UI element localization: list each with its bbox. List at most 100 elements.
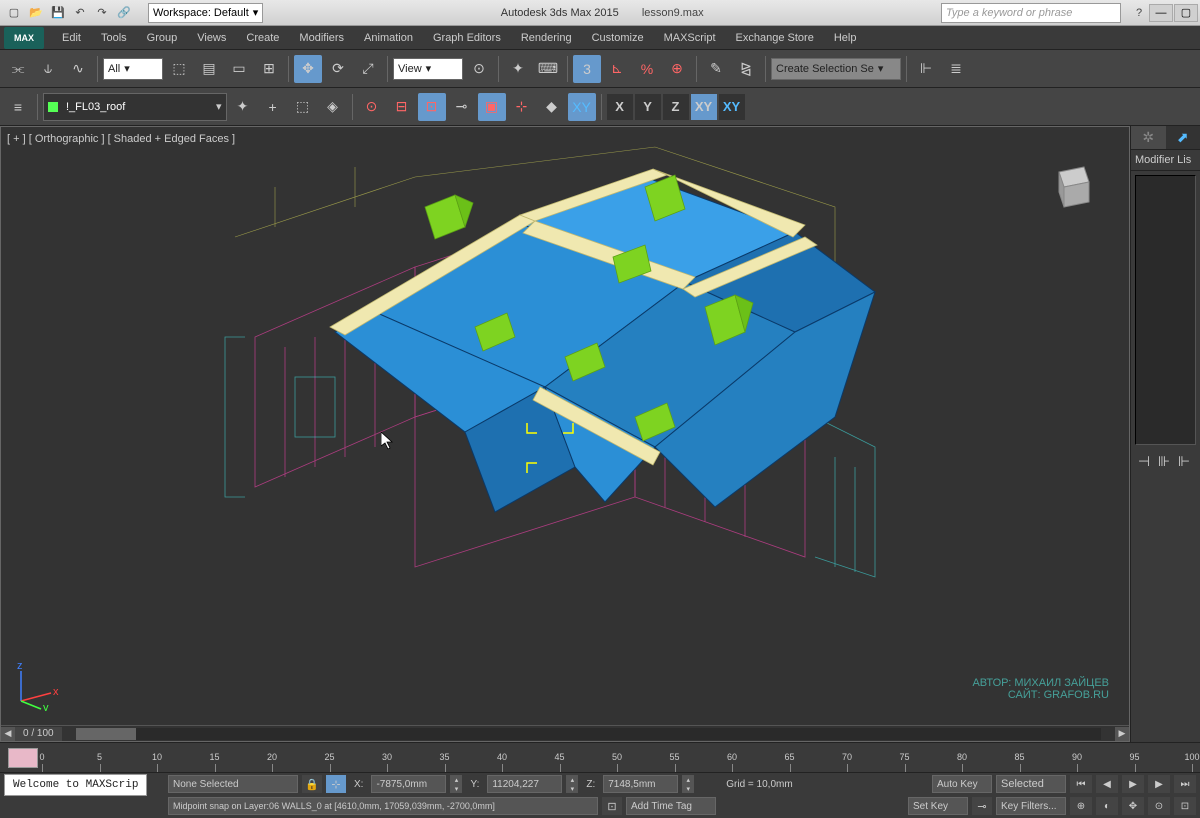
mirror-icon[interactable]: ⧎ [732, 55, 760, 83]
create-tab-icon[interactable]: ✲ [1131, 126, 1166, 149]
open-icon[interactable]: 📂 [26, 3, 46, 23]
x-spinner-up[interactable]: ▴ [450, 775, 462, 784]
time-slider[interactable] [8, 748, 38, 768]
play-icon[interactable]: ▶ [1122, 775, 1144, 793]
absolute-mode-icon[interactable]: ⊹ [326, 775, 346, 793]
snap-endpoint-icon[interactable]: ⊸ [448, 93, 476, 121]
axis-y-button[interactable]: Y [635, 94, 661, 120]
edit-named-selection-icon[interactable]: ✎ [702, 55, 730, 83]
prev-frame-icon[interactable]: ◀ [1096, 775, 1118, 793]
help-icon[interactable]: ? [1129, 3, 1149, 23]
viewcube[interactable] [1039, 157, 1099, 217]
add-to-layer-icon[interactable]: + [259, 93, 287, 121]
snap-midpoint-icon[interactable]: ⊡ [418, 93, 446, 121]
save-icon[interactable]: 💾 [48, 3, 68, 23]
axis-z-button[interactable]: Z [663, 94, 689, 120]
select-object-icon[interactable]: ⬚ [165, 55, 193, 83]
app-logo[interactable]: MAX [4, 27, 44, 49]
z-coord-field[interactable]: 7148,5mm [603, 775, 678, 793]
menu-views[interactable]: Views [187, 26, 236, 49]
layer-manager-icon[interactable]: ≡ [4, 93, 32, 121]
keyboard-shortcut-icon[interactable]: ⌨ [534, 55, 562, 83]
select-by-name-icon[interactable]: ▤ [195, 55, 223, 83]
workspace-dropdown[interactable]: Workspace: Default ▾ [148, 3, 263, 23]
viewport[interactable]: [ + ] [ Orthographic ] [ Shaded + Edged … [0, 126, 1130, 742]
menu-customize[interactable]: Customize [582, 26, 654, 49]
goto-start-icon[interactable]: ⏮ [1070, 775, 1092, 793]
y-spinner-up[interactable]: ▴ [566, 775, 578, 784]
bind-icon[interactable]: ∿ [64, 55, 92, 83]
select-link-icon[interactable]: ⫘ [4, 55, 32, 83]
y-coord-field[interactable]: 11204,227 [487, 775, 562, 793]
named-selection-dropdown[interactable]: Create Selection Se▾ [771, 58, 901, 80]
lock-selection-icon[interactable]: 🔒 [302, 775, 322, 793]
menu-maxscript[interactable]: MAXScript [654, 26, 726, 49]
axis-gizmo[interactable]: z x y [11, 661, 61, 711]
menu-tools[interactable]: Tools [91, 26, 137, 49]
selection-filter-dropdown[interactable]: All▾ [103, 58, 163, 80]
menu-rendering[interactable]: Rendering [511, 26, 582, 49]
select-layer-objects-icon[interactable]: ⬚ [289, 93, 317, 121]
snap-edge-icon[interactable]: ⊟ [388, 93, 416, 121]
house-model[interactable] [155, 137, 975, 677]
z-spinner-down[interactable]: ▾ [682, 784, 694, 793]
scroll-right-button[interactable]: ▶ [1115, 727, 1129, 741]
scrollbar-track[interactable] [76, 728, 1101, 740]
move-icon[interactable]: ✥ [294, 55, 322, 83]
x-spinner-down[interactable]: ▾ [450, 784, 462, 793]
snap-vertex-icon[interactable]: ⊙ [358, 93, 386, 121]
snap-pivot-icon[interactable]: ◆ [538, 93, 566, 121]
y-spinner-down[interactable]: ▾ [566, 784, 578, 793]
menu-group[interactable]: Group [137, 26, 188, 49]
rotate-icon[interactable]: ⟳ [324, 55, 352, 83]
new-icon[interactable]: ▢ [4, 3, 24, 23]
maximize-button[interactable]: ▢ [1174, 4, 1198, 22]
pin-stack-icon[interactable]: ⊣ [1135, 453, 1153, 471]
modifier-stack[interactable] [1135, 175, 1196, 445]
menu-exchange-store[interactable]: Exchange Store [726, 26, 824, 49]
rectangular-selection-icon[interactable]: ▭ [225, 55, 253, 83]
snap-xy-icon[interactable]: XY [568, 93, 596, 121]
modify-tab-icon[interactable]: ⬈ [1166, 126, 1200, 149]
z-spinner-up[interactable]: ▴ [682, 775, 694, 784]
minimize-button[interactable]: — [1149, 4, 1173, 22]
chevron-down-icon[interactable]: ▾ [216, 100, 222, 113]
axis-xy2-button[interactable]: XY [719, 94, 745, 120]
spinner-snap-icon[interactable]: ⊕ [663, 55, 691, 83]
angle-snap-icon[interactable]: ⊾ [603, 55, 631, 83]
window-crossing-icon[interactable]: ⊞ [255, 55, 283, 83]
menu-create[interactable]: Create [236, 26, 289, 49]
show-end-result-icon[interactable]: ⊪ [1155, 453, 1173, 471]
goto-end-icon[interactable]: ⏭ [1174, 775, 1196, 793]
scrollbar-thumb[interactable] [76, 728, 136, 740]
timeline-track[interactable]: 0510152025303540455055606570758085909510… [42, 743, 1192, 772]
align-icon[interactable]: ⊩ [912, 55, 940, 83]
autokey-button[interactable]: Auto Key [932, 775, 992, 793]
viewport-label[interactable]: [ + ] [ Orthographic ] [ Shaded + Edged … [7, 133, 235, 145]
x-coord-field[interactable]: -7875,0mm [371, 775, 446, 793]
unlink-icon[interactable]: ⫝ [34, 55, 62, 83]
select-manipulate-icon[interactable]: ✦ [504, 55, 532, 83]
next-frame-icon[interactable]: ▶ [1148, 775, 1170, 793]
new-layer-icon[interactable]: ✦ [229, 93, 257, 121]
layer-properties-icon[interactable]: ◈ [319, 93, 347, 121]
undo-icon[interactable]: ↶ [70, 3, 90, 23]
menu-modifiers[interactable]: Modifiers [289, 26, 354, 49]
layers-icon[interactable]: ≣ [942, 55, 970, 83]
snap-grid-icon[interactable]: ⊹ [508, 93, 536, 121]
menu-graph-editors[interactable]: Graph Editors [423, 26, 511, 49]
layer-name-input[interactable] [62, 96, 212, 118]
menu-help[interactable]: Help [824, 26, 867, 49]
use-pivot-icon[interactable]: ⊙ [465, 55, 493, 83]
link-icon[interactable]: 🔗 [114, 3, 134, 23]
scale-icon[interactable]: ⤢ [354, 55, 382, 83]
snap-toggle-icon[interactable]: 3 [573, 55, 601, 83]
scroll-left-button[interactable]: ◀ [1, 727, 15, 741]
snap-face-icon[interactable]: ▣ [478, 93, 506, 121]
search-input[interactable]: Type a keyword or phrase [941, 3, 1121, 23]
percent-snap-icon[interactable]: % [633, 55, 661, 83]
timeline[interactable]: 0510152025303540455055606570758085909510… [0, 742, 1200, 772]
menu-animation[interactable]: Animation [354, 26, 423, 49]
axis-xy-button[interactable]: XY [691, 94, 717, 120]
maxscript-listener[interactable]: Welcome to MAXScrip [4, 774, 147, 796]
